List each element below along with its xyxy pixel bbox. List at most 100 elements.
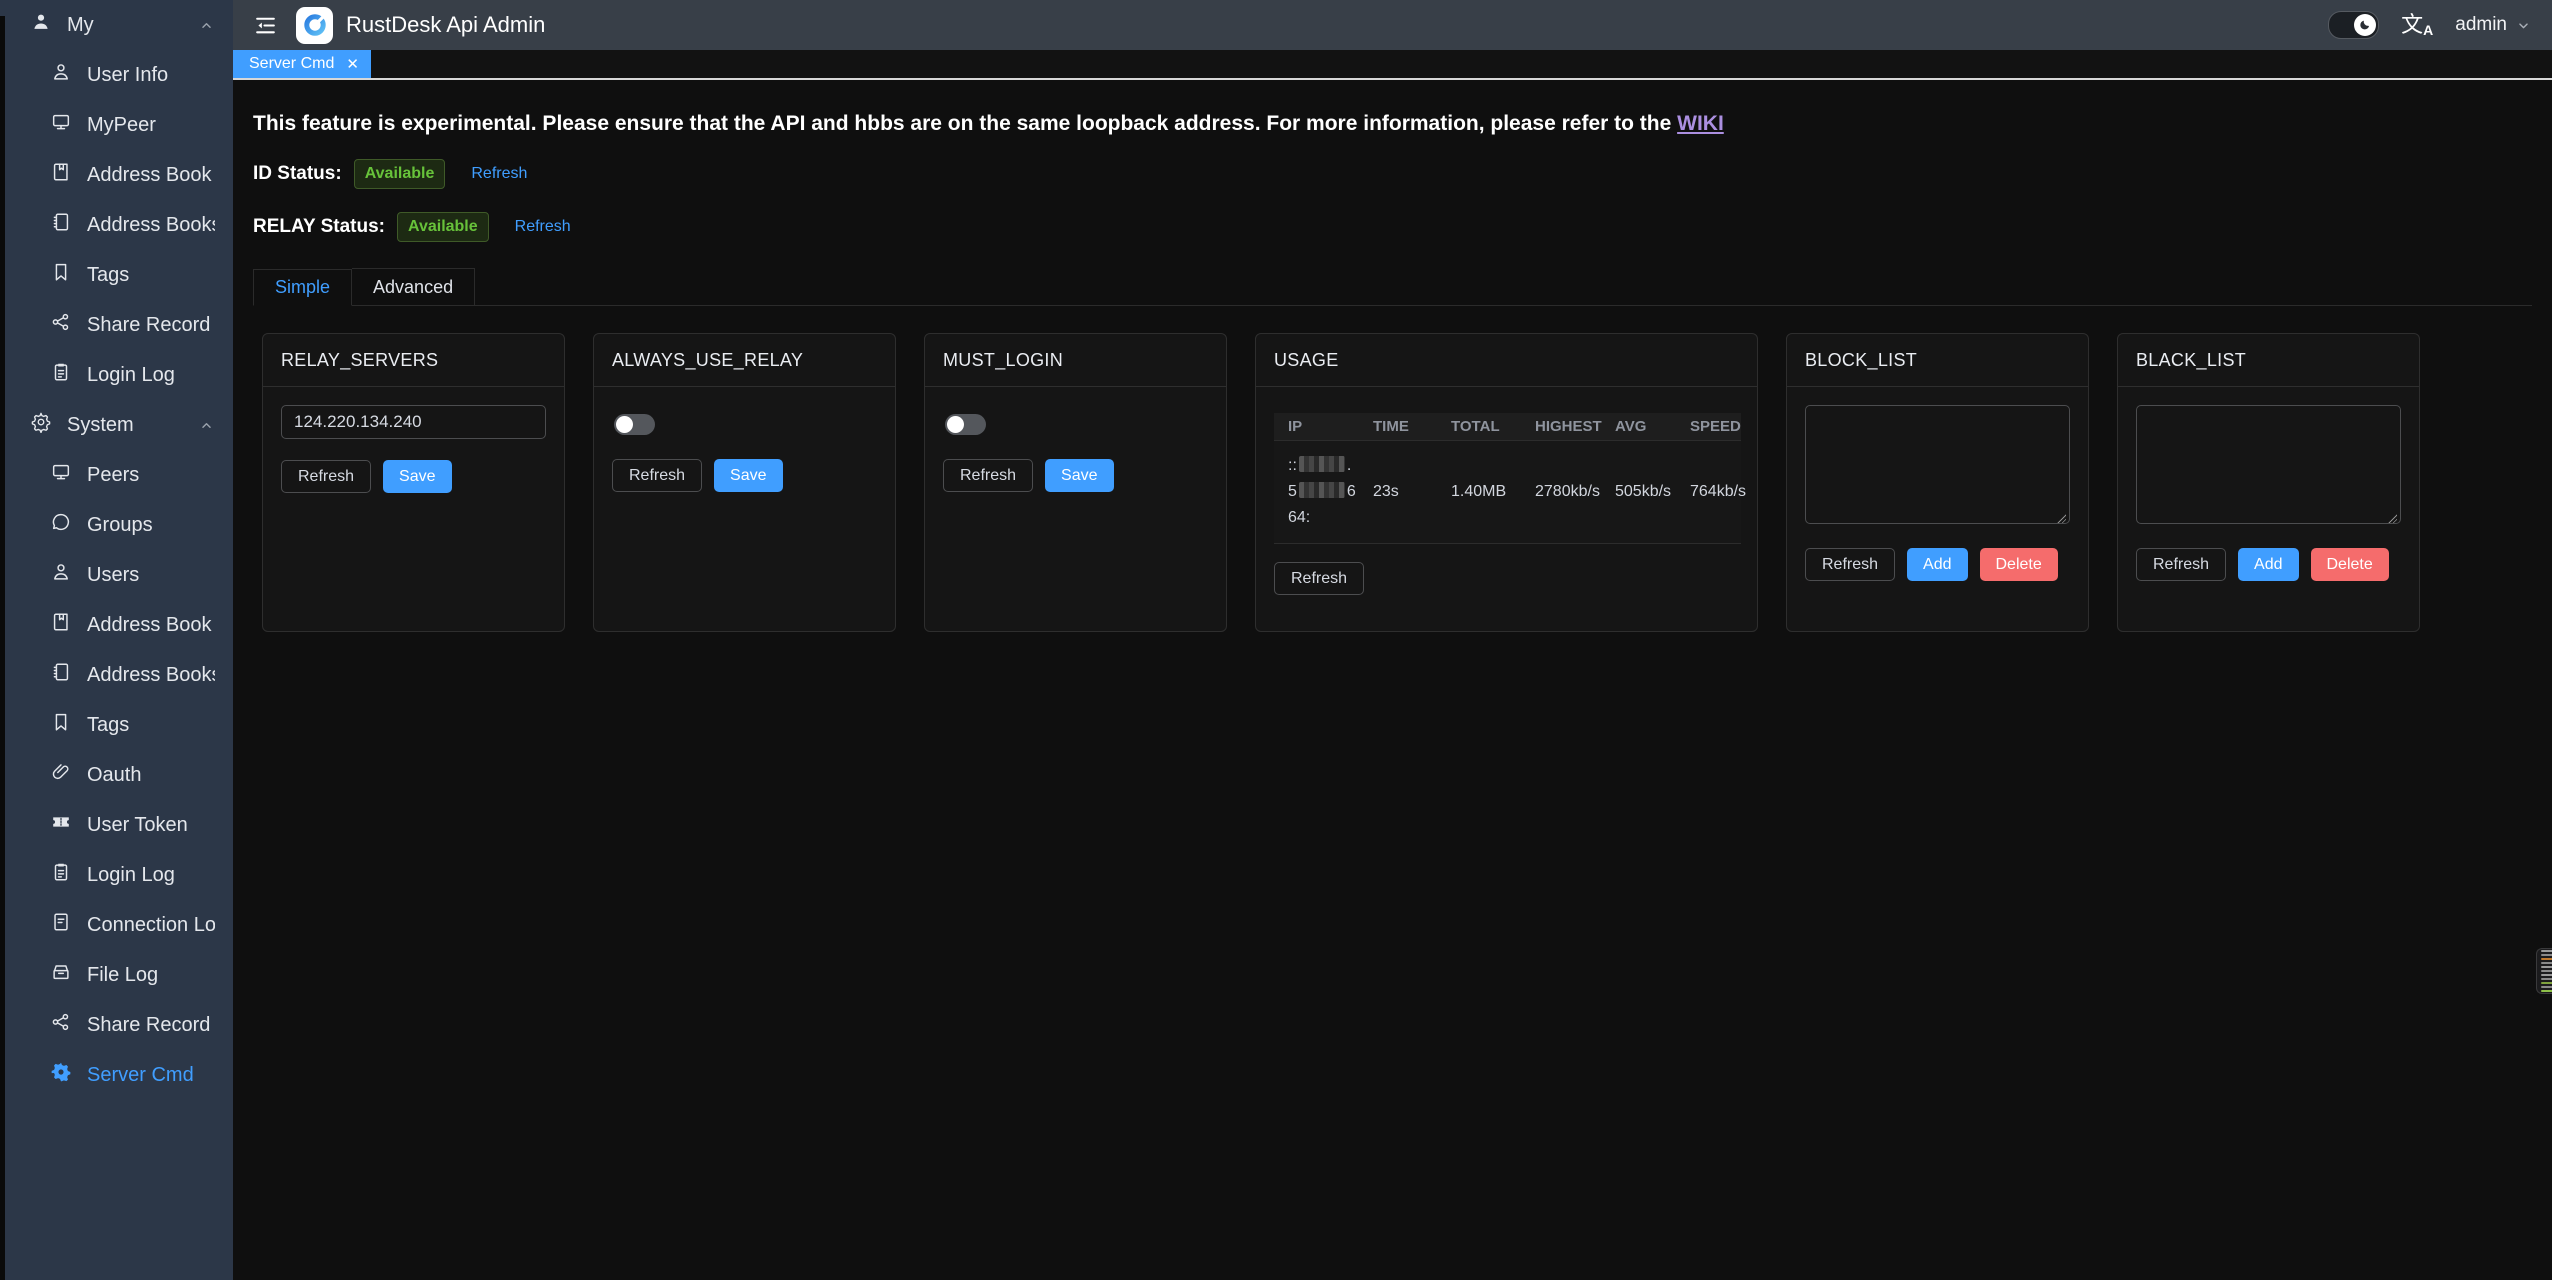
card-title: BLACK_LIST (2118, 334, 2419, 387)
usage-time-cell: 23s (1359, 441, 1437, 544)
always-use-relay-refresh-button[interactable]: Refresh (612, 459, 702, 492)
relay-status-badge: Available (397, 212, 489, 242)
tab-advanced[interactable]: Advanced (352, 268, 475, 305)
usage-column-header: AVG (1601, 413, 1676, 441)
usage-column-header: TOTAL (1437, 413, 1521, 441)
sidebar-item-address-book-name[interactable]: Address Book Name (0, 150, 233, 200)
id-status-label: ID Status: (253, 163, 342, 185)
sidebar-item-share-record-2[interactable]: Share Record (0, 1000, 233, 1050)
sidebar-item-address-book-names[interactable]: Address Book Names (0, 600, 233, 650)
usage-speed-cell: 764kb/s (1676, 441, 1741, 544)
black-list-refresh-button[interactable]: Refresh (2136, 548, 2226, 581)
usage-ip-cell: ::.5664: (1274, 441, 1359, 544)
close-icon[interactable]: ✕ (346, 57, 359, 72)
id-status-refresh-link[interactable]: Refresh (471, 165, 527, 183)
ticket-icon (50, 811, 72, 839)
card-usage: USAGE IPTIMETOTALHIGHESTAVGSPEED (1255, 333, 1758, 632)
translate-icon[interactable]: 文A (2401, 14, 2433, 37)
relay-status-row: RELAY Status: Available Refresh (253, 211, 2532, 242)
sidebar-item-oauth[interactable]: Oauth (0, 750, 233, 800)
usage-column-header: TIME (1359, 413, 1437, 441)
usage-column-header: IP (1274, 413, 1359, 441)
must-login-switch[interactable] (945, 414, 986, 435)
sidebar: My User Info MyPeer Address Book Name (0, 0, 233, 1280)
topbar: RustDesk Api Admin 文A admin (233, 0, 2552, 50)
link-icon (50, 761, 72, 789)
redacted-text (1299, 456, 1345, 472)
block-list-add-button[interactable]: Add (1907, 548, 1967, 581)
bookmark-icon (50, 261, 72, 289)
block-list-textarea[interactable] (1805, 405, 2070, 524)
sidebar-item-login-log[interactable]: Login Log (0, 350, 233, 400)
tab-server-cmd[interactable]: Server Cmd ✕ (233, 50, 371, 78)
drawer-icon (50, 961, 72, 989)
relay-status-refresh-link[interactable]: Refresh (515, 218, 571, 236)
sidebar-item-users[interactable]: Users (0, 550, 233, 600)
chevron-up-icon (198, 17, 215, 34)
relay-servers-input[interactable] (281, 405, 546, 439)
edge-panel-bar (2541, 954, 2552, 956)
usage-column-header: HIGHEST (1521, 413, 1601, 441)
block-list-delete-button[interactable]: Delete (1980, 548, 2058, 581)
share-icon (50, 1011, 72, 1039)
switch-knob (947, 416, 964, 433)
topbar-right: 文A admin (2328, 11, 2536, 39)
sidebar-item-mypeer[interactable]: MyPeer (0, 100, 233, 150)
sidebar-item-server-cmd[interactable]: Server Cmd (0, 1050, 233, 1100)
edge-panel-handle[interactable] (2536, 948, 2552, 994)
relay-servers-refresh-button[interactable]: Refresh (281, 460, 371, 493)
card-title: ALWAYS_USE_RELAY (594, 334, 895, 387)
dark-mode-toggle[interactable] (2328, 11, 2379, 39)
monitor-icon (50, 111, 72, 139)
chevron-up-icon (198, 417, 215, 434)
sidebar-item-login-log-2[interactable]: Login Log (0, 850, 233, 900)
block-list-textarea-wrap (1805, 405, 2070, 529)
tab-simple[interactable]: Simple (253, 269, 352, 306)
tab-label: Server Cmd (249, 55, 334, 73)
sidebar-item-connection-log[interactable]: Connection Log (0, 900, 233, 950)
person-filled-icon (30, 11, 52, 39)
card-black-list: BLACK_LIST Refresh Add Delete (2117, 333, 2420, 632)
must-login-refresh-button[interactable]: Refresh (943, 459, 1033, 492)
app-title: RustDesk Api Admin (346, 12, 545, 38)
sidebar-item-peers[interactable]: Peers (0, 450, 233, 500)
sidebar-item-share-record[interactable]: Share Record (0, 300, 233, 350)
wiki-link[interactable]: WIKI (1677, 112, 1724, 135)
sidebar-item-groups[interactable]: Groups (0, 500, 233, 550)
sidebar-item-user-info[interactable]: User Info (0, 50, 233, 100)
sidebar-item-tags-2[interactable]: Tags (0, 700, 233, 750)
usage-table-row: ::.5664: 23s 1.40MB 2780kb/s 505kb/s 764… (1274, 441, 1741, 544)
black-list-textarea[interactable] (2136, 405, 2401, 524)
open-tabs-bar: Server Cmd ✕ (233, 50, 2552, 80)
gear-filled-icon (50, 1061, 72, 1089)
chevron-down-icon (2515, 17, 2532, 34)
block-list-refresh-button[interactable]: Refresh (1805, 548, 1895, 581)
edge-panel-bar (2541, 962, 2552, 964)
sidebar-item-tags[interactable]: Tags (0, 250, 233, 300)
black-list-add-button[interactable]: Add (2238, 548, 2298, 581)
card-block-list: BLOCK_LIST Refresh Add Delete (1786, 333, 2089, 632)
always-use-relay-save-button[interactable]: Save (714, 459, 782, 492)
sidebar-section-system[interactable]: System (0, 400, 233, 450)
sidebar-item-user-token[interactable]: User Token (0, 800, 233, 850)
relay-servers-save-button[interactable]: Save (383, 460, 451, 493)
black-list-delete-button[interactable]: Delete (2311, 548, 2389, 581)
card-always-use-relay: ALWAYS_USE_RELAY Refresh Save (593, 333, 896, 632)
sidebar-item-address-books-2[interactable]: Address Books (0, 650, 233, 700)
user-menu[interactable]: admin (2455, 14, 2532, 36)
edge-panel-bar (2541, 958, 2552, 960)
edge-panel-bar (2541, 982, 2552, 984)
menu-fold-icon[interactable] (249, 9, 282, 42)
person-icon (50, 561, 72, 589)
sidebar-item-file-log[interactable]: File Log (0, 950, 233, 1000)
edge-panel-bar (2541, 978, 2552, 980)
usage-refresh-button[interactable]: Refresh (1274, 562, 1364, 595)
must-login-save-button[interactable]: Save (1045, 459, 1113, 492)
redacted-text (1299, 482, 1345, 498)
sidebar-item-address-books[interactable]: Address Books (0, 200, 233, 250)
notebook-icon (50, 211, 72, 239)
monitor-icon (50, 461, 72, 489)
sidebar-section-my[interactable]: My (0, 0, 233, 50)
always-use-relay-switch[interactable] (614, 414, 655, 435)
usage-avg-cell: 505kb/s (1601, 441, 1676, 544)
